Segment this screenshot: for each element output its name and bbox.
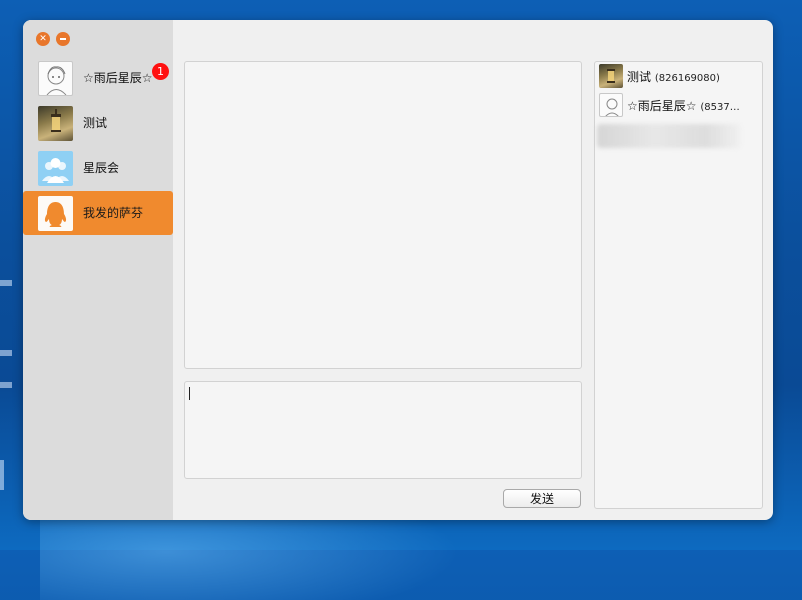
desktop-icon-fragment bbox=[0, 280, 12, 286]
desktop-icon-fragment bbox=[0, 460, 4, 490]
message-history-area[interactable] bbox=[184, 61, 582, 369]
contact-item-yuhouxingchen[interactable]: ☆雨后星辰☆ 1 bbox=[23, 56, 173, 100]
contact-name: ☆雨后星辰☆ bbox=[83, 71, 153, 85]
member-item-yuhouxingchen[interactable]: ☆雨后星辰☆ (8537… bbox=[597, 92, 757, 118]
minimize-icon[interactable] bbox=[56, 32, 70, 46]
contact-item-xingchenhui[interactable]: 星辰会 bbox=[23, 146, 173, 190]
sketch-character-avatar bbox=[38, 61, 73, 96]
member-name-text: 测试 bbox=[627, 70, 652, 84]
contact-name: 星辰会 bbox=[83, 161, 120, 175]
send-button[interactable]: 发送 bbox=[503, 489, 581, 508]
sketch-character-avatar bbox=[599, 93, 623, 117]
contact-item-ceshi[interactable]: 测试 bbox=[23, 101, 173, 145]
member-item-ceshi[interactable]: 测试 (826169080) bbox=[597, 63, 757, 89]
contact-name: 我发的萨芬 bbox=[83, 206, 144, 220]
member-name: ☆雨后星辰☆ (8537… bbox=[627, 97, 740, 114]
desktop-icon-fragment bbox=[0, 350, 12, 356]
message-input[interactable] bbox=[184, 381, 582, 479]
desktop-icon-fragment bbox=[0, 382, 12, 388]
chat-window: ✕ ☆雨后星辰☆ 1 测试 星辰会 我发的萨芬 发送 测试 (826169080… bbox=[23, 20, 773, 520]
qq-penguin-avatar bbox=[38, 196, 73, 231]
contact-item-wofadesafen[interactable]: 我发的萨芬 bbox=[23, 191, 173, 235]
lantern-photo-avatar bbox=[599, 64, 623, 88]
desktop-icons-edge bbox=[0, 260, 18, 520]
member-list-panel: 测试 (826169080) ☆雨后星辰☆ (8537… bbox=[594, 61, 763, 509]
member-name-text: ☆雨后星辰☆ bbox=[627, 99, 697, 113]
unread-badge: 1 bbox=[152, 63, 169, 80]
contact-name: 测试 bbox=[83, 116, 108, 130]
member-qq-number: (826169080) bbox=[654, 73, 720, 84]
lantern-photo-avatar bbox=[38, 106, 73, 141]
blurred-member-item bbox=[597, 124, 741, 148]
group-avatar bbox=[38, 151, 73, 186]
text-caret bbox=[189, 387, 190, 400]
close-icon[interactable]: ✕ bbox=[36, 32, 50, 46]
member-qq-number: (8537… bbox=[700, 102, 740, 113]
member-name: 测试 (826169080) bbox=[627, 68, 720, 85]
contact-sidebar: ✕ ☆雨后星辰☆ 1 测试 星辰会 我发的萨芬 bbox=[23, 20, 173, 520]
